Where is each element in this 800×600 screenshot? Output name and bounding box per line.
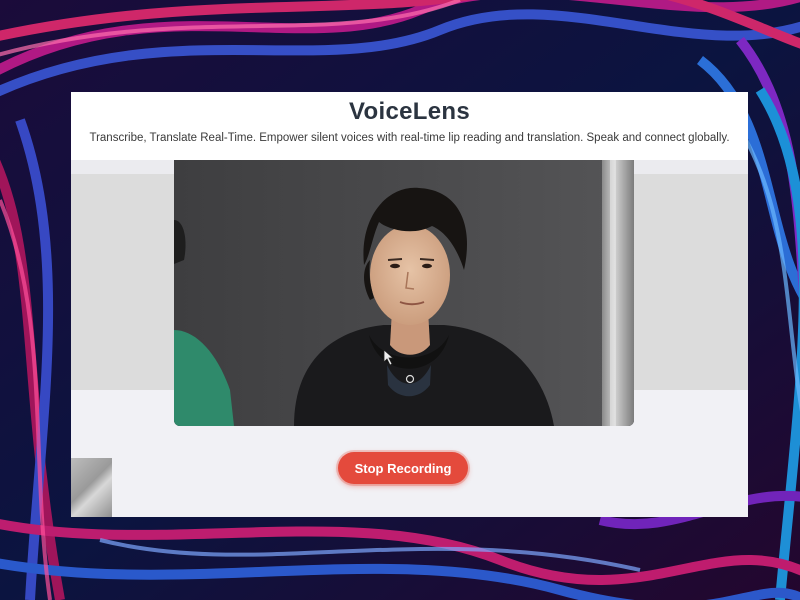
video-thumbnail	[71, 458, 112, 517]
app-title: VoiceLens	[349, 98, 470, 125]
stop-recording-button[interactable]: Stop Recording	[338, 452, 468, 484]
app-tagline: Transcribe, Translate Real-Time. Empower…	[89, 132, 730, 144]
webcam-video-feed	[174, 160, 634, 426]
webcam-video-image	[174, 160, 634, 426]
app-window: VoiceLens Transcribe, Translate Real-Tim…	[71, 92, 748, 517]
app-header: VoiceLens Transcribe, Translate Real-Tim…	[71, 92, 748, 160]
